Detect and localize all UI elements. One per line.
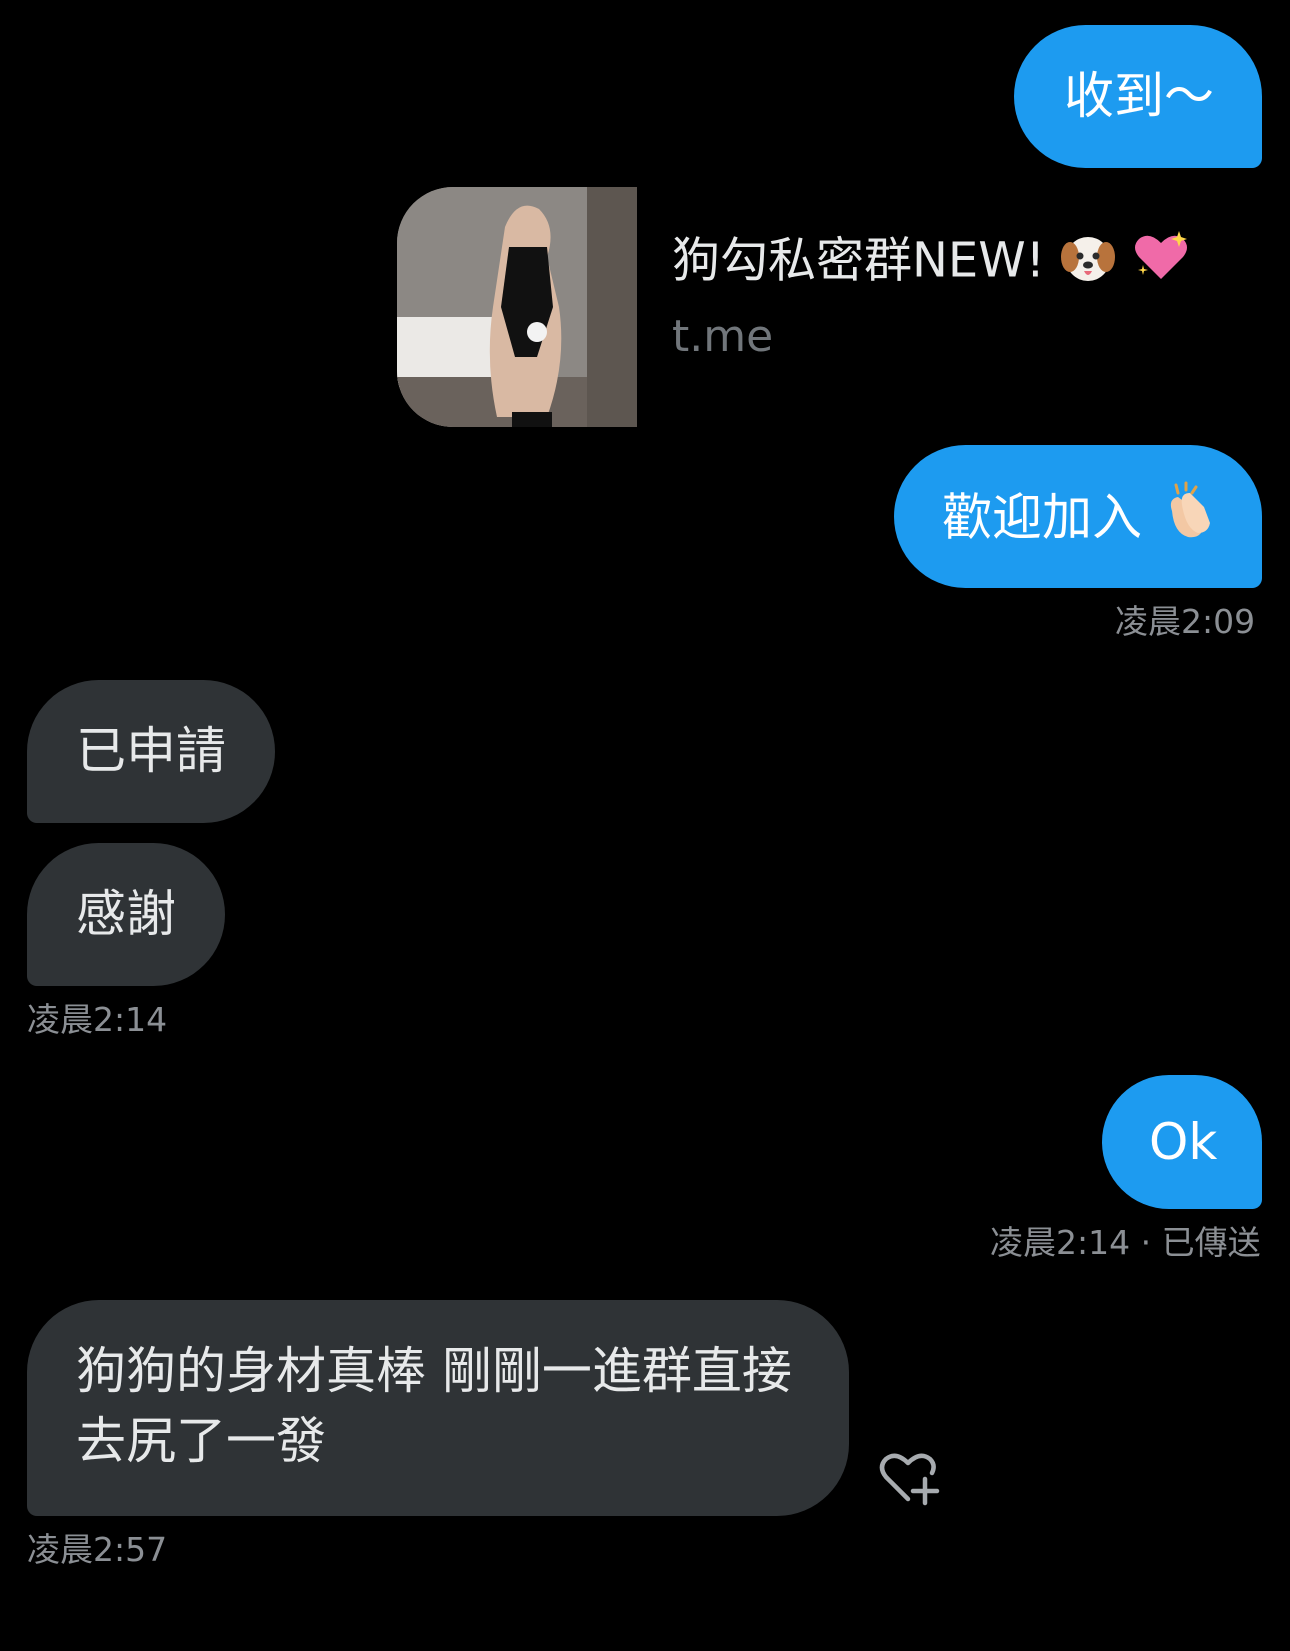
link-preview-card[interactable]: 狗勾私密群NEW! t.me [397,187,1197,427]
clapping-hands-icon [1158,481,1220,561]
message-timestamp: 凌晨2:09 [1115,602,1256,641]
message-text: 感謝 [76,885,176,943]
received-message-bubble[interactable]: 狗狗的身材真棒 剛剛一進群直接 去尻了一發 [27,1300,849,1516]
link-preview-thumbnail [397,187,637,427]
message-text: 收到～ [1064,67,1214,125]
message-text: 歡迎加入 [942,488,1142,547]
sent-message-bubble[interactable]: 歡迎加入 [894,445,1262,588]
heart-plus-icon[interactable] [878,1449,942,1507]
received-message-bubble[interactable]: 感謝 [27,843,225,986]
message-timestamp: 凌晨2:14 [27,1000,168,1039]
received-message-bubble[interactable]: 已申請 [27,680,275,823]
link-preview-title: 狗勾私密群NEW! [672,229,1191,298]
link-preview-domain: t.me [672,311,774,362]
message-text: 已申請 [76,722,226,780]
message-text-line: 去尻了一發 [76,1412,326,1470]
dog-face-icon [1060,229,1116,298]
sparkling-heart-icon [1131,229,1191,298]
message-text-line: 狗狗的身材真棒 剛剛一進群直接 [76,1342,792,1400]
message-timestamp: 凌晨2:57 [27,1530,168,1569]
link-title-text: 狗勾私密群NEW! [672,232,1045,289]
sent-message-bubble[interactable]: 收到～ [1014,25,1262,168]
message-status: 凌晨2:14 · 已傳送 [990,1223,1261,1262]
message-text: Ok [1149,1113,1218,1171]
sent-message-bubble[interactable]: Ok [1102,1075,1262,1209]
